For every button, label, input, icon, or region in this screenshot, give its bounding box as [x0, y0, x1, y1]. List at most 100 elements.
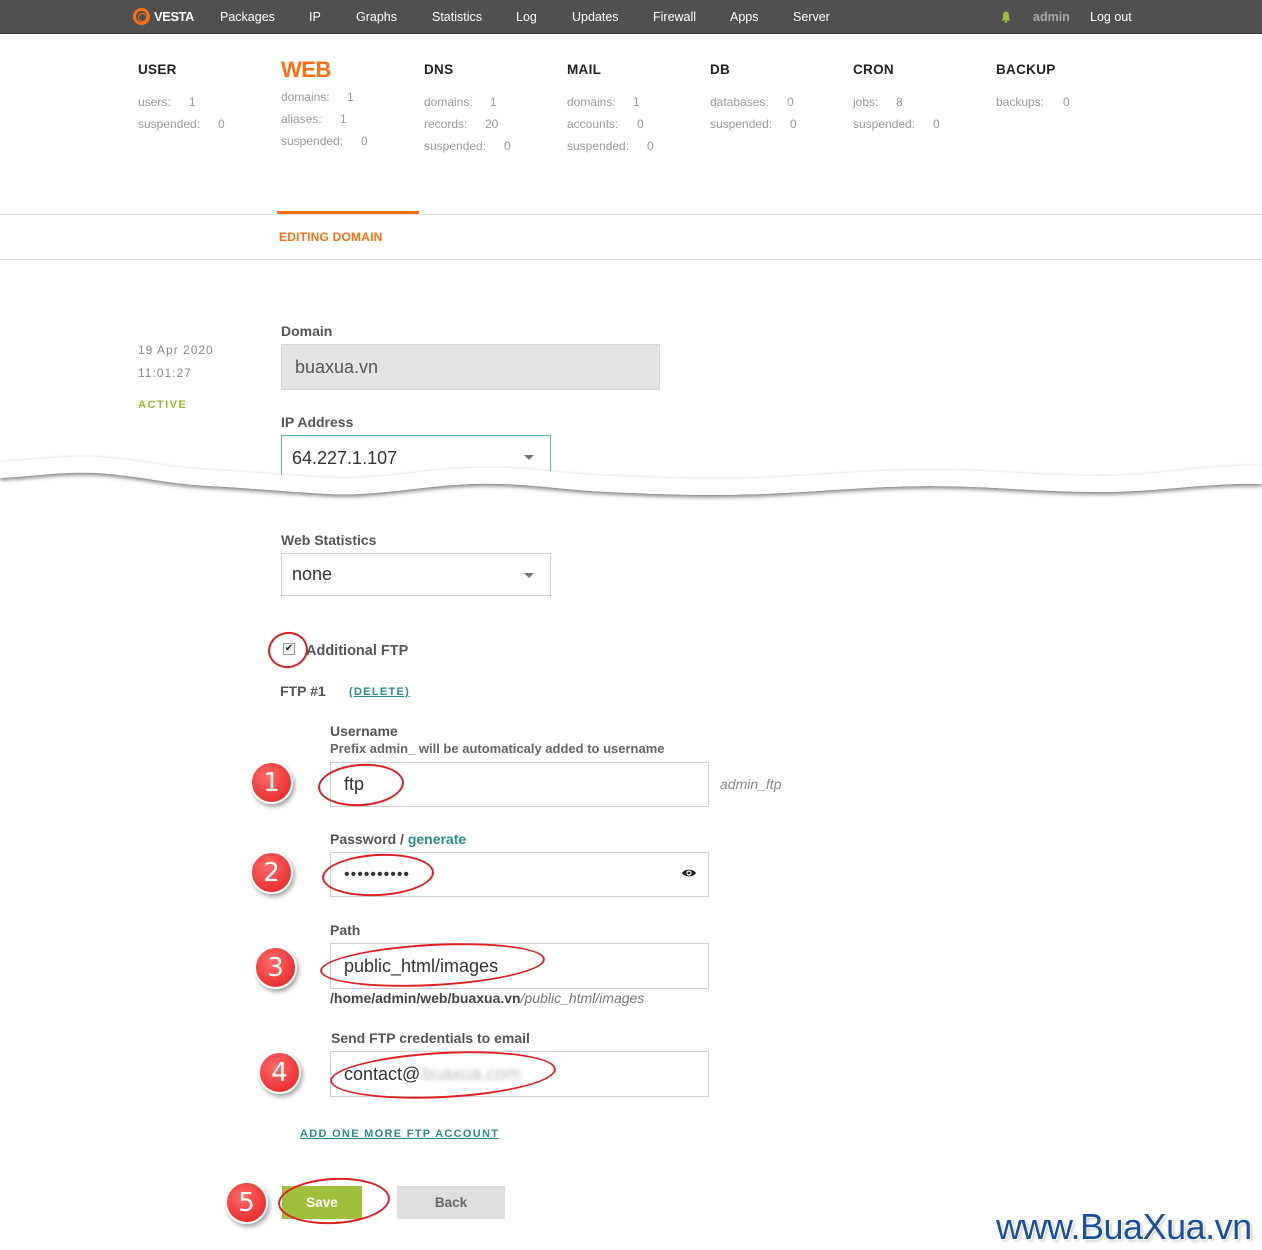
stat-label: domains: [424, 95, 473, 109]
stat-web[interactable]: WEB domains: 1 aliases: 1 suspended: 0 [281, 57, 368, 152]
vesta-logo-icon [133, 8, 150, 25]
path-preview: /home/admin/web/buaxua.vn/public_html/im… [330, 990, 644, 1006]
stat-user[interactable]: USER users: 1 suspended: 0 [138, 62, 225, 135]
logout-link[interactable]: Log out [1090, 10, 1132, 24]
stat-row: jobs: 8 [853, 91, 915, 113]
stat-label: suspended: [710, 117, 773, 131]
stat-value: 1 [347, 90, 354, 104]
stat-row: suspended: 0 [138, 113, 225, 135]
stat-row: suspended: 0 [853, 113, 940, 135]
stat-mail[interactable]: MAIL domains: 1 accounts: 0 suspended: 0 [567, 62, 654, 157]
annotation-ring [265, 628, 311, 672]
stat-row: users: 1 [138, 91, 200, 113]
stat-value: 0 [218, 117, 225, 131]
vesta-logo[interactable]: VESTA [133, 8, 194, 25]
bell-icon[interactable] [1001, 11, 1011, 23]
stat-label: users: [138, 95, 171, 109]
username-preview: admin_ftp [720, 776, 782, 792]
stat-label: suspended: [138, 117, 201, 131]
stat-row: accounts: 0 [567, 113, 644, 135]
torn-edge-divider [0, 456, 1262, 495]
tab-editing-domain[interactable]: EDITING DOMAIN [279, 230, 382, 244]
domain-value: buaxua.vn [295, 356, 379, 377]
stat-value: 0 [933, 117, 940, 131]
nav-ip[interactable]: IP [309, 10, 321, 24]
divider [0, 259, 1262, 260]
site-watermark: www.BuaXua.vn [996, 1206, 1252, 1247]
stat-label: domains: [567, 95, 616, 109]
stat-value: 0 [790, 117, 797, 131]
stat-row: aliases: 1 [281, 108, 347, 130]
stat-label: databases: [710, 95, 769, 109]
nav-updates[interactable]: Updates [572, 10, 619, 24]
annotation-step-3: 3 [254, 946, 297, 989]
password-label-text: Password / [330, 831, 404, 847]
stat-backup[interactable]: BACKUP backups: 0 [996, 62, 1070, 113]
stat-value: 0 [1063, 95, 1070, 109]
ip-address-label: IP Address [281, 414, 354, 430]
stat-title: MAIL [567, 62, 602, 77]
nav-apps[interactable]: Apps [730, 10, 759, 24]
stat-title: BACKUP [996, 62, 1056, 77]
divider [0, 214, 1262, 215]
stat-row: backups: 0 [996, 91, 1070, 113]
stat-label: records: [424, 117, 468, 131]
send-credentials-label: Send FTP credentials to email [331, 1030, 530, 1046]
ftp-delete-link[interactable]: (DELETE) [349, 686, 410, 698]
nav-statistics[interactable]: Statistics [432, 10, 482, 24]
current-user[interactable]: admin [1033, 10, 1070, 24]
annotation-step-2: 2 [250, 851, 293, 894]
stat-value: 0 [647, 139, 654, 153]
stat-title: USER [138, 62, 177, 77]
password-label: Password / generate [330, 831, 466, 847]
ftp-number-title: FTP #1 [280, 683, 326, 699]
nav-packages[interactable]: Packages [220, 10, 275, 24]
stat-value: 1 [633, 95, 640, 109]
stat-value: 1 [490, 95, 497, 109]
username-label: Username [330, 723, 398, 739]
username-hint: Prefix admin_ will be automaticaly added… [330, 741, 665, 756]
stat-row: records: 20 [424, 113, 498, 135]
domain-date: 19 Apr 2020 [138, 343, 214, 357]
stat-label: domains: [281, 90, 330, 104]
path-prefix: /home/admin/web/buaxua.vn [330, 990, 521, 1006]
stat-row: suspended: 0 [281, 130, 368, 152]
status-badge: ACTIVE [138, 399, 188, 411]
nav-firewall[interactable]: Firewall [653, 10, 696, 24]
stat-title: DNS [424, 62, 454, 77]
annotation-step-4: 4 [258, 1051, 301, 1094]
stat-row: suspended: 0 [710, 113, 797, 135]
add-ftp-account-link[interactable]: ADD ONE MORE FTP ACCOUNT [300, 1128, 499, 1140]
stat-dns[interactable]: DNS domains: 1 records: 20 suspended: 0 [424, 62, 511, 157]
domain-time: 11:01:27 [138, 366, 192, 380]
stat-value: 1 [189, 95, 196, 109]
stat-value: 0 [504, 139, 511, 153]
stat-value: 8 [896, 95, 903, 109]
domain-input: buaxua.vn [281, 344, 660, 390]
stat-row: domains: 1 [281, 86, 354, 108]
stat-value: 20 [485, 117, 499, 131]
chevron-down-icon [524, 572, 534, 578]
annotation-step-1: 1 [250, 761, 293, 804]
stat-cron[interactable]: CRON jobs: 8 suspended: 0 [853, 62, 940, 135]
eye-icon[interactable] [681, 867, 697, 879]
web-statistics-select[interactable]: none [281, 553, 551, 596]
annotation-ring [276, 1175, 392, 1227]
stat-row: domains: 1 [424, 91, 497, 113]
nav-log[interactable]: Log [516, 10, 537, 24]
path-suffix: /public_html/images [520, 990, 645, 1006]
nav-server[interactable]: Server [793, 10, 830, 24]
stat-value: 0 [361, 134, 368, 148]
stat-value: 0 [637, 117, 644, 131]
stat-label: suspended: [424, 139, 487, 153]
stat-label: aliases: [281, 112, 322, 126]
generate-password-link[interactable]: generate [408, 831, 466, 847]
stat-row: domains: 1 [567, 91, 640, 113]
nav-graphs[interactable]: Graphs [356, 10, 397, 24]
stat-title: WEB [281, 57, 331, 82]
top-navigation-bar: VESTA Packages IP Graphs Statistics Log … [0, 0, 1262, 34]
stat-row: suspended: 0 [567, 135, 654, 157]
stat-label: suspended: [281, 134, 344, 148]
back-button[interactable]: Back [397, 1186, 505, 1219]
stat-db[interactable]: DB databases: 0 suspended: 0 [710, 62, 797, 135]
